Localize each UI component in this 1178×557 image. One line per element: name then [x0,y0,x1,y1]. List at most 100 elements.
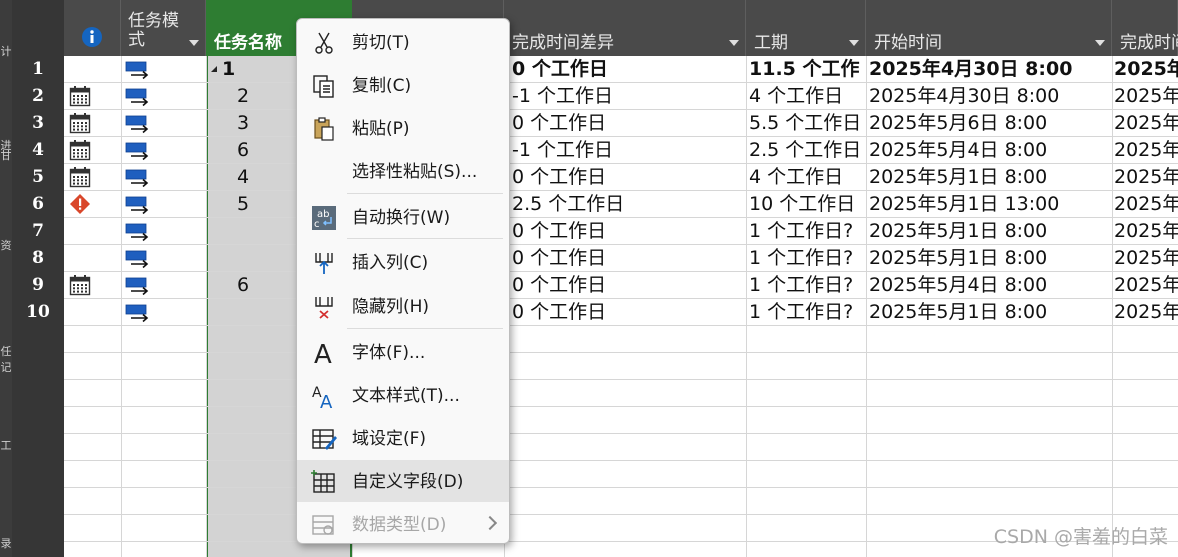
finish-cell[interactable]: 2025年 [1114,299,1178,326]
task-name-cell[interactable]: 5 [210,191,276,218]
finish-variance-cell[interactable]: -1 个工作日 [512,83,744,110]
duration-cell[interactable]: 1 个工作日? [749,299,865,326]
start-cell[interactable]: 2025年5月1日 13:00 [869,191,1109,218]
col-header-duration[interactable]: 工期 [746,0,866,56]
task-name-cell[interactable]: 4 [210,164,276,191]
view-bar-char: 录 [0,537,12,550]
warning-icon[interactable] [69,193,91,215]
duration-cell[interactable]: 5.5 个工作日 [749,110,865,137]
finish-variance-cell[interactable]: 0 个工作日 [512,218,744,245]
finish-cell[interactable]: 2025年 [1114,137,1178,164]
start-cell[interactable]: 2025年5月6日 8:00 [869,110,1109,137]
auto-schedule-icon[interactable] [125,59,151,81]
finish-variance-cell[interactable]: -1 个工作日 [512,137,744,164]
auto-schedule-icon[interactable] [125,248,151,270]
auto-schedule-icon[interactable] [125,194,151,216]
row-number[interactable]: 5 [12,164,64,191]
auto-schedule-icon[interactable] [125,302,151,324]
row-number[interactable]: 10 [12,299,64,326]
finish-variance-cell[interactable]: 0 个工作日 [512,245,744,272]
start-cell[interactable]: 2025年5月1日 8:00 [869,245,1109,272]
finish-variance-cell[interactable]: 0 个工作日 [512,272,744,299]
duration-cell[interactable]: 1 个工作日? [749,218,865,245]
task-name-cell[interactable]: 1 [222,56,282,83]
row-number[interactable]: 8 [12,245,64,272]
finish-variance-cell[interactable]: 2.5 个工作日 [512,191,744,218]
start-cell[interactable]: 2025年4月30日 8:00 [869,56,1109,83]
dropdown-arrow-icon[interactable] [849,40,859,46]
menu-item-paste[interactable]: 粘贴(P) [297,107,509,149]
finish-cell[interactable]: 2025年 [1114,110,1178,137]
duration-cell[interactable]: 10 个工作日 [749,191,865,218]
duration-cell[interactable]: 1 个工作日? [749,272,865,299]
task-name-cell[interactable]: 3 [210,110,276,137]
menu-separator [347,238,503,239]
insert-column-icon [315,253,333,274]
menu-item-hide-col[interactable]: 隐藏列(H) [297,285,509,327]
start-cell[interactable]: 2025年5月4日 8:00 [869,137,1109,164]
collapse-triangle-icon[interactable] [210,65,218,73]
auto-schedule-icon[interactable] [125,167,151,189]
finish-cell[interactable]: 2025年 [1114,56,1178,83]
menu-item-wrap[interactable]: ab c 自动换行(W) [297,196,509,238]
menu-item-paste-special[interactable]: 选择性粘贴(S)... [297,150,509,192]
task-name-cell[interactable]: 6 [210,272,276,299]
start-cell[interactable]: 2025年5月1日 8:00 [869,299,1109,326]
auto-schedule-icon[interactable] [125,113,151,135]
duration-cell[interactable]: 1 个工作日? [749,245,865,272]
col-header-start[interactable]: 开始时间 [866,0,1112,56]
finish-cell[interactable]: 2025年 [1114,164,1178,191]
auto-schedule-icon[interactable] [125,86,151,108]
dropdown-arrow-icon[interactable] [729,40,739,46]
finish-cell[interactable]: 2025年 [1114,272,1178,299]
duration-cell[interactable]: 11.5 个工作 [749,56,865,83]
menu-item-copy[interactable]: 复制(C) [297,64,509,106]
row-number[interactable]: 1 [12,56,64,83]
auto-schedule-icon[interactable] [125,140,151,162]
menu-item-label: 数据类型(D) [352,515,447,535]
row-number[interactable]: 9 [12,272,64,299]
finish-variance-cell[interactable]: 0 个工作日 [512,110,744,137]
start-cell[interactable]: 2025年5月1日 8:00 [869,218,1109,245]
task-name-cell[interactable]: 6 [210,137,276,164]
col-header-finish[interactable]: 完成时间 [1112,0,1178,56]
finish-variance-cell[interactable]: 0 个工作日 [512,299,744,326]
menu-item-custom-fields[interactable]: 自定义字段(D) [297,460,509,502]
duration-cell[interactable]: 2.5 个工作日 [749,137,865,164]
dropdown-arrow-icon[interactable] [1095,40,1105,46]
menu-item-label: 自定义字段(D) [352,472,464,492]
duration-cell[interactable]: 4 个工作日 [749,164,865,191]
finish-cell[interactable]: 2025年 [1114,191,1178,218]
finish-variance-cell[interactable]: 0 个工作日 [512,56,744,83]
auto-schedule-icon[interactable] [125,221,151,243]
row-number[interactable]: 7 [12,218,64,245]
row-number[interactable]: 2 [12,83,64,110]
row-number[interactable]: 6 [12,191,64,218]
menu-item-cut[interactable]: 剪切(T) [297,21,509,63]
project-window: 计进甘资任记工录 1 2 3 4 5 6 7 8 9 10 任务模式 任务名称 完成时间差异 工期 [0,0,1178,557]
view-bar[interactable]: 计进甘资任记工录 [0,0,12,557]
start-cell[interactable]: 2025年5月1日 8:00 [869,164,1109,191]
calendar-icon [69,86,91,107]
finish-cell[interactable]: 2025年 [1114,83,1178,110]
auto-schedule-icon[interactable] [125,275,151,297]
finish-cell[interactable]: 2025年 [1114,245,1178,272]
task-sheet[interactable]: 10 个工作日 11.5 个工作 2025年4月30日 8:00 2025年 2 -1 个… [64,56,1178,557]
start-cell[interactable]: 2025年4月30日 8:00 [869,83,1109,110]
grid-vline [1112,56,1113,557]
finish-cell[interactable]: 2025年 [1114,218,1178,245]
duration-cell[interactable]: 4 个工作日 [749,83,865,110]
finish-variance-cell[interactable]: 0 个工作日 [512,164,744,191]
col-header-task-mode[interactable]: 任务模式 [121,0,206,56]
row-number[interactable]: 3 [12,110,64,137]
menu-item-field-settings[interactable]: 域设定(F) [297,417,509,459]
row-number[interactable]: 4 [12,137,64,164]
task-name-cell[interactable]: 2 [210,83,276,110]
menu-item-insert-col[interactable]: 插入列(C) [297,241,509,283]
menu-item-font[interactable]: A 字体(F)... [297,331,509,373]
col-header-finish-variance[interactable]: 完成时间差异 [504,0,746,56]
menu-item-text-style[interactable]: A A 文本样式(T)... [297,374,509,416]
col-header-info[interactable] [64,0,121,56]
start-cell[interactable]: 2025年5月4日 8:00 [869,272,1109,299]
dropdown-arrow-icon[interactable] [189,40,199,46]
